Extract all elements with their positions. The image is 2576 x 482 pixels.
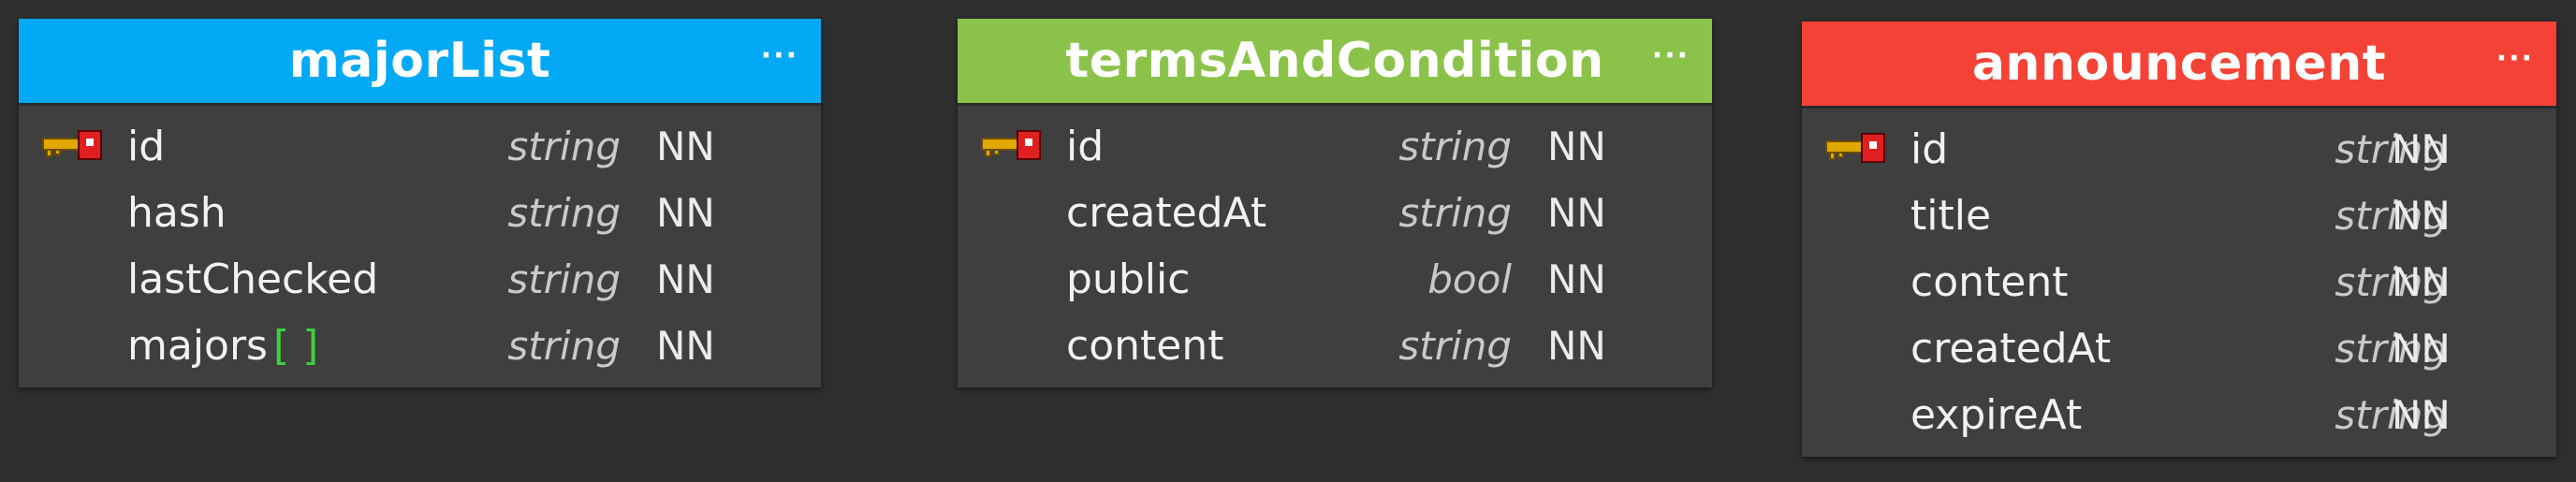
column-type: string	[1398, 190, 1512, 236]
column-not-null: NN	[1547, 190, 1606, 236]
column-row[interactable]: hash string NN	[19, 180, 821, 246]
key-icon	[42, 130, 102, 160]
column-not-null: NN	[2392, 326, 2451, 372]
column-row[interactable]: id string NN	[1802, 116, 2556, 183]
column-type: string	[507, 256, 621, 302]
column-row[interactable]: title string NN	[1802, 183, 2556, 249]
column-row[interactable]: majors[ ] string NN	[19, 313, 821, 379]
ellipsis-icon[interactable]: ···	[761, 39, 798, 72]
key-icon	[1825, 133, 1885, 163]
column-not-null: NN	[1547, 256, 1606, 302]
table-title: majorList	[288, 33, 551, 89]
column-name: public	[1066, 256, 1191, 303]
column-row[interactable]: id string NN	[19, 113, 821, 180]
column-row[interactable]: lastChecked string NN	[19, 246, 821, 313]
column-not-null: NN	[2392, 259, 2451, 305]
column-name: expireAt	[1910, 391, 2083, 439]
column-type: string	[507, 190, 621, 236]
column-name: createdAt	[1910, 325, 2112, 372]
column-name: content	[1066, 322, 1224, 370]
column-type: string	[507, 323, 621, 369]
column-not-null: NN	[656, 256, 715, 302]
column-row[interactable]: createdAt string NN	[1802, 315, 2556, 382]
entity-table-majorList[interactable]: majorList ··· id string NN hash string N…	[19, 19, 821, 387]
column-name-wrapper: majors[ ]	[127, 313, 318, 379]
column-not-null: NN	[2392, 392, 2451, 438]
table-title: termsAndCondition	[1065, 33, 1604, 89]
entity-table-termsAndCondition[interactable]: termsAndCondition ··· id string NN creat…	[958, 19, 1712, 387]
column-name: id	[127, 123, 166, 170]
column-name: title	[1910, 192, 1992, 240]
column-not-null: NN	[1547, 124, 1606, 169]
key-icon	[981, 130, 1041, 160]
column-type: bool	[1427, 256, 1512, 302]
column-name: id	[1910, 125, 1949, 173]
column-row[interactable]: expireAt string NN	[1802, 382, 2556, 448]
column-not-null: NN	[656, 124, 715, 169]
column-row[interactable]: public bool NN	[958, 246, 1712, 313]
column-row[interactable]: id string NN	[958, 113, 1712, 180]
table-title: announcement	[1971, 36, 2387, 92]
column-row[interactable]: content string NN	[1802, 249, 2556, 315]
column-name: lastChecked	[127, 256, 379, 303]
table-header[interactable]: majorList ···	[19, 19, 821, 106]
entity-table-announcement[interactable]: announcement ··· id string NN title stri…	[1802, 22, 2556, 457]
column-type: string	[507, 124, 621, 169]
column-type: string	[1398, 323, 1512, 369]
column-name: majors	[127, 322, 268, 370]
column-row[interactable]: content string NN	[958, 313, 1712, 379]
array-marker: [ ]	[272, 322, 319, 370]
column-not-null: NN	[656, 190, 715, 236]
column-not-null: NN	[656, 323, 715, 369]
column-not-null: NN	[1547, 323, 1606, 369]
column-name: createdAt	[1066, 189, 1267, 237]
ellipsis-icon[interactable]: ···	[1652, 39, 1690, 72]
column-row[interactable]: createdAt string NN	[958, 180, 1712, 246]
table-header[interactable]: termsAndCondition ···	[958, 19, 1712, 106]
column-name: hash	[127, 189, 227, 237]
column-type: string	[1398, 124, 1512, 169]
ellipsis-icon[interactable]: ···	[2496, 42, 2534, 75]
column-not-null: NN	[2392, 126, 2451, 172]
column-not-null: NN	[2392, 193, 2451, 239]
table-header[interactable]: announcement ···	[1802, 22, 2556, 109]
column-name: id	[1066, 123, 1105, 170]
column-name: content	[1910, 258, 2069, 306]
